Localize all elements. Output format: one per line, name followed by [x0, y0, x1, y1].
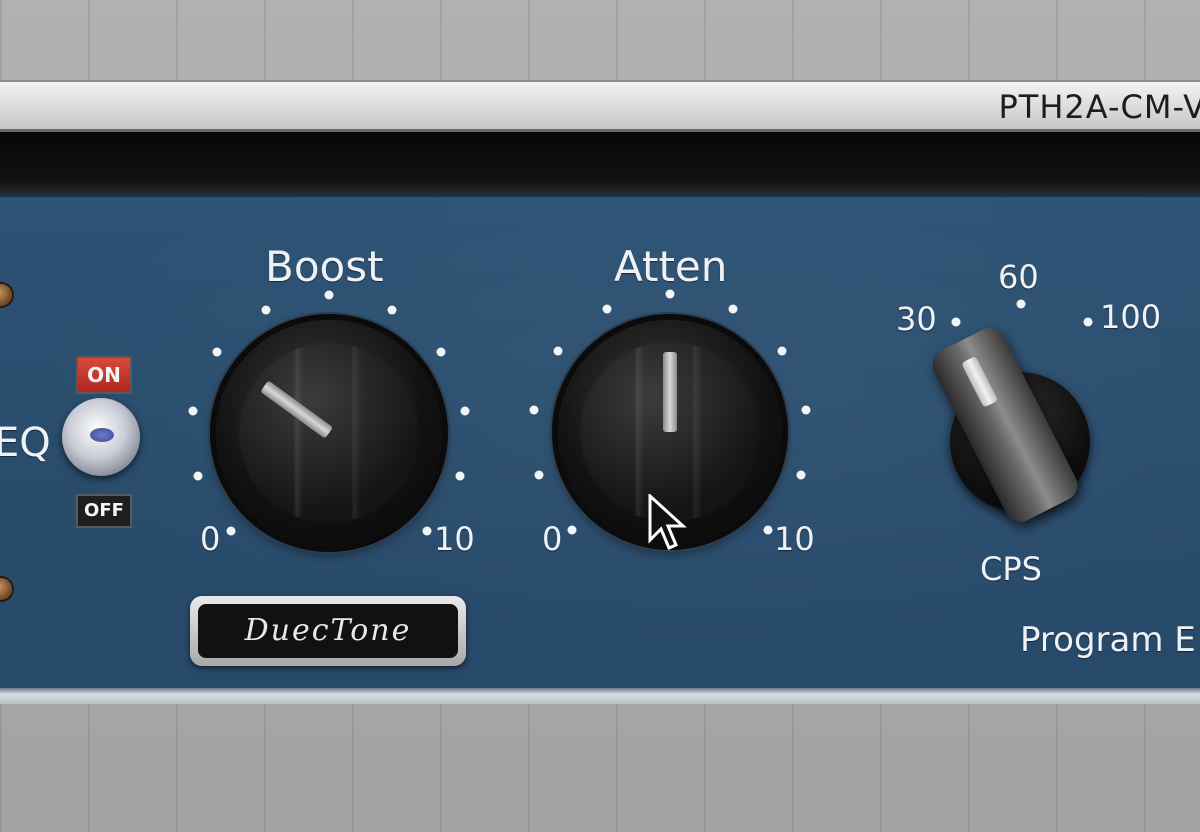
atten-label: Atten [614, 242, 728, 291]
cps-option-60: 60 [998, 258, 1039, 296]
boost-scale-dot [324, 290, 334, 300]
boost-scale-dot [387, 305, 397, 315]
brand-badge: DuecTone [190, 596, 466, 666]
brand-logo: DuecTone [198, 604, 458, 658]
cps-option-100: 100 [1100, 298, 1162, 336]
atten-scale-dot [728, 304, 738, 314]
eq-label: EQ [0, 420, 51, 466]
boost-knob[interactable] [216, 320, 442, 546]
atten-scale-dot [665, 289, 675, 299]
plugin-title-bar[interactable]: PTH2A-CM-V [0, 80, 1200, 132]
boost-min-label: 0 [200, 520, 221, 558]
atten-scale-dot [763, 525, 773, 535]
atten-scale-dot [529, 405, 539, 415]
boost-scale-dot [422, 526, 432, 536]
toggle-on-label: ON [76, 356, 132, 394]
atten-scale-dot [796, 470, 806, 480]
header-strip [0, 132, 1200, 194]
boost-scale-dot [212, 347, 222, 357]
cps-dot-60 [1016, 299, 1026, 309]
cps-option-30: 30 [896, 300, 937, 338]
atten-scale-dot [801, 405, 811, 415]
boost-scale-dot [261, 305, 271, 315]
boost-scale-dot [193, 471, 203, 481]
boost-scale-dot [436, 347, 446, 357]
mouse-cursor-icon [648, 494, 687, 550]
boost-scale-dot [188, 406, 198, 416]
atten-pointer [663, 352, 677, 432]
boost-scale-dot [455, 471, 465, 481]
boost-label: Boost [265, 242, 384, 291]
panel-bottom-edge [0, 688, 1200, 704]
atten-scale-dot [602, 304, 612, 314]
atten-scale-dot [777, 346, 787, 356]
cps-label: CPS [980, 550, 1042, 588]
atten-max-label: 10 [774, 520, 815, 558]
boost-scale-dot [460, 406, 470, 416]
atten-scale-dot [567, 525, 577, 535]
eq-toggle-switch[interactable] [62, 398, 140, 476]
cps-dot-100 [1083, 317, 1093, 327]
atten-scale-dot [534, 470, 544, 480]
boost-max-label: 10 [434, 520, 475, 558]
atten-min-label: 0 [542, 520, 563, 558]
atten-scale-dot [553, 346, 563, 356]
toggle-off-label: OFF [76, 494, 132, 528]
cps-dot-30 [951, 317, 961, 327]
section-label: Program E [1020, 620, 1196, 660]
plugin-title: PTH2A-CM-V [998, 88, 1200, 126]
boost-scale-dot [226, 526, 236, 536]
